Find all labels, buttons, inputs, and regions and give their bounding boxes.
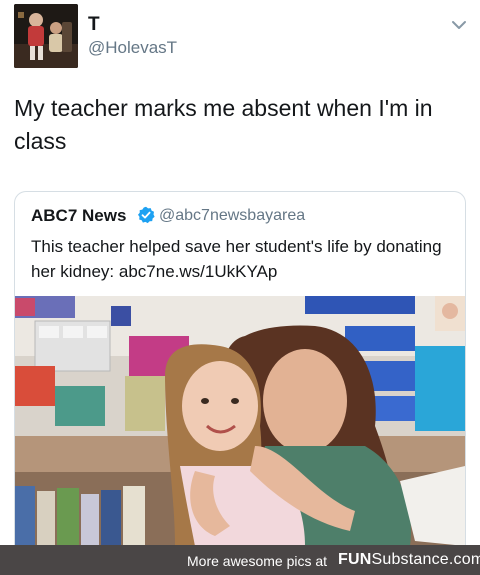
- display-name[interactable]: T: [88, 14, 100, 36]
- chevron-down-icon[interactable]: [448, 14, 470, 36]
- user-handle[interactable]: @HolevasT: [88, 38, 177, 58]
- quoted-handle[interactable]: @abc7newsbayarea: [159, 207, 305, 225]
- tweet: T @HolevasT My teacher marks me absent w…: [0, 0, 480, 546]
- quoted-tweet-text: This teacher helped save her student's l…: [31, 237, 442, 281]
- verified-badge-icon: [138, 206, 155, 224]
- avatar-photo: [14, 4, 78, 68]
- footer-brand[interactable]: FUNSubstance.com: [338, 551, 480, 569]
- brand-suffix: Substance: [371, 551, 449, 568]
- footer-banner: More awesome pics at FUNSubstance.com: [0, 545, 480, 575]
- footer-text: More awesome pics at: [187, 553, 328, 569]
- user-avatar[interactable]: [14, 4, 78, 68]
- quoted-tweet-photo[interactable]: [15, 296, 465, 546]
- tweet-text: My teacher marks me absent when I'm in c…: [14, 95, 433, 154]
- quoted-tweet[interactable]: ABC7 News @abc7newsbayarea This teacher …: [14, 191, 466, 546]
- brand-domain: .com: [448, 551, 480, 568]
- quoted-display-name[interactable]: ABC7 News: [31, 206, 126, 226]
- brand-prefix: FUN: [338, 551, 372, 568]
